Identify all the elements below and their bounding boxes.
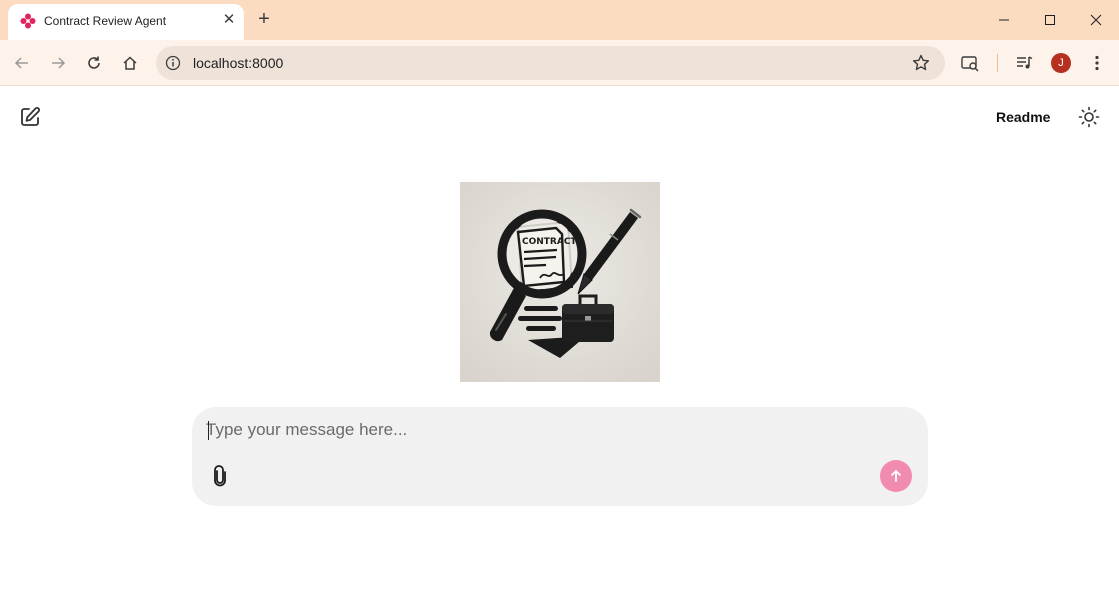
bookmark-star-icon[interactable] [911, 53, 931, 73]
contract-text: CONTRACT [522, 237, 577, 247]
browser-toolbar: localhost:8000 J [0, 40, 1119, 86]
lens-search-icon[interactable] [958, 51, 982, 75]
readme-button[interactable]: Readme [996, 109, 1050, 125]
contract-review-illustration: CONTRACT [460, 182, 660, 382]
toolbar-divider [997, 54, 998, 72]
site-info-icon[interactable] [165, 55, 181, 71]
text-caret [208, 421, 209, 440]
browser-tab[interactable]: Contract Review Agent ✕ [8, 4, 244, 40]
back-arrow-icon[interactable] [10, 51, 34, 75]
message-input[interactable] [206, 417, 886, 443]
minimize-icon[interactable] [992, 8, 1016, 32]
arrow-up-icon [891, 470, 901, 482]
theme-toggle-sun-icon[interactable] [1078, 106, 1100, 128]
browser-titlebar: Contract Review Agent ✕ + [0, 0, 1119, 40]
app-page: Readme CONTRACT Type your message here..… [0, 87, 1119, 616]
address-bar[interactable]: localhost:8000 [156, 46, 945, 80]
close-tab-icon[interactable]: ✕ [220, 11, 238, 29]
kebab-menu-icon[interactable] [1085, 51, 1109, 75]
send-button[interactable] [880, 460, 912, 492]
media-queue-icon[interactable] [1012, 51, 1036, 75]
maximize-icon[interactable] [1038, 8, 1062, 32]
forward-arrow-icon[interactable] [46, 51, 70, 75]
tab-title: Contract Review Agent [44, 14, 167, 28]
attach-paperclip-icon[interactable] [208, 464, 232, 488]
close-window-icon[interactable] [1084, 8, 1108, 32]
new-chat-edit-icon[interactable] [18, 105, 42, 129]
profile-avatar[interactable]: J [1051, 53, 1071, 73]
message-composer [192, 407, 928, 506]
home-icon[interactable] [118, 51, 142, 75]
new-tab-icon[interactable]: + [254, 9, 274, 30]
url-text: localhost:8000 [193, 55, 284, 71]
app-favicon-icon [20, 13, 36, 29]
reload-icon[interactable] [82, 51, 106, 75]
